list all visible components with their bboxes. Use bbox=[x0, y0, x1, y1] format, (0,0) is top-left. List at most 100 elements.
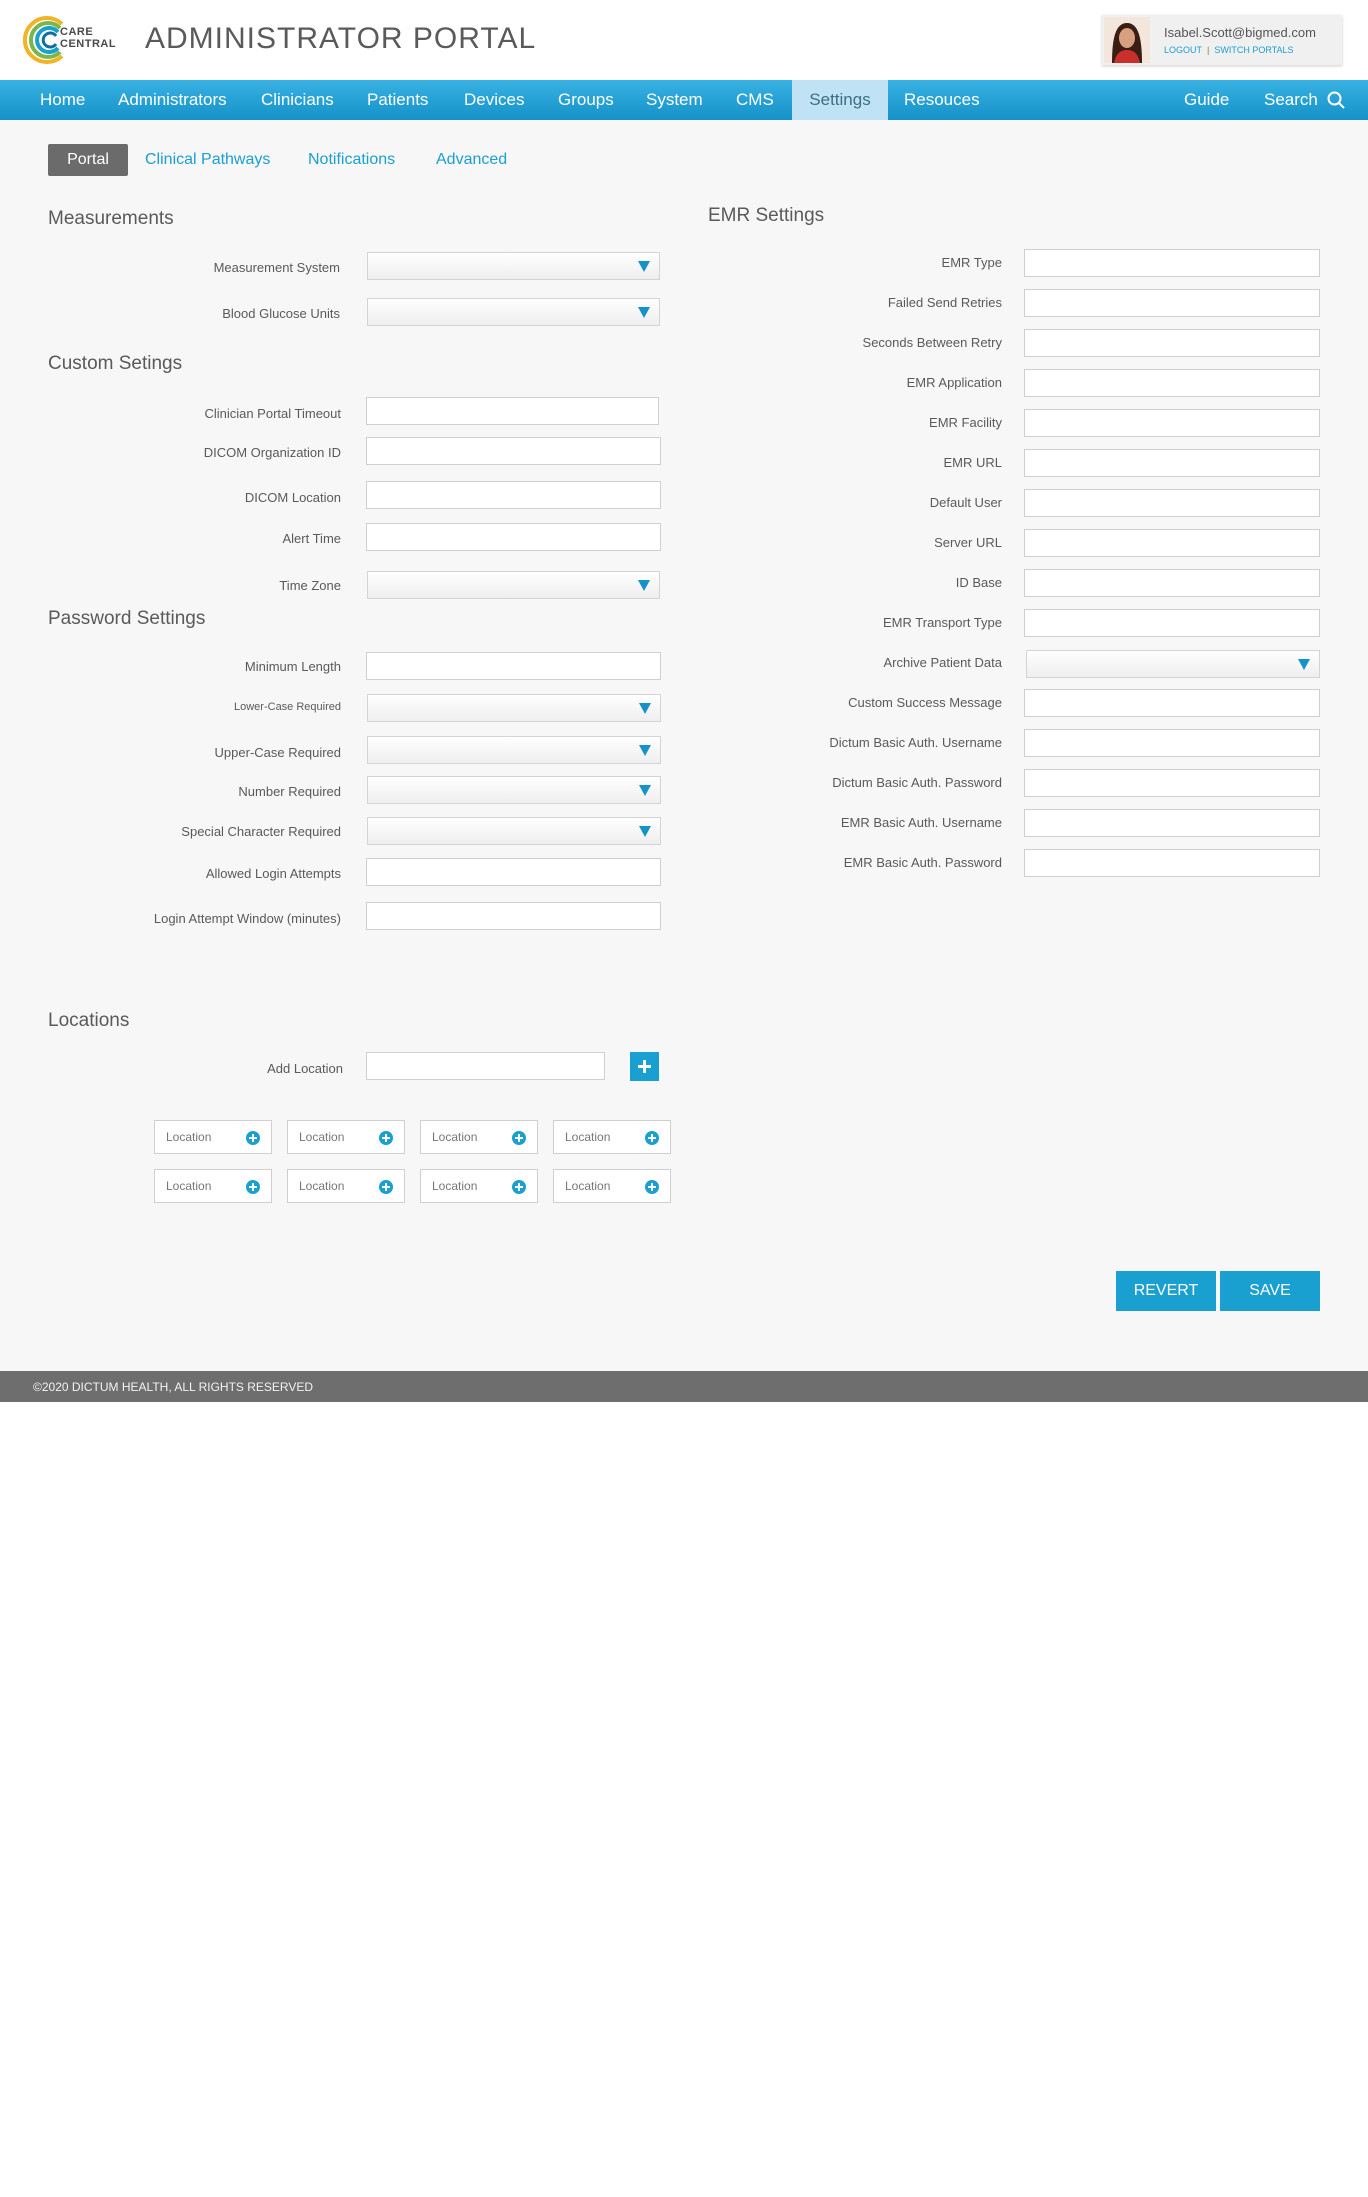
dictum-auth-password-input[interactable] bbox=[1024, 769, 1320, 797]
location-chip[interactable]: Location bbox=[154, 1169, 272, 1203]
measurement-system-label: Measurement System bbox=[213, 260, 340, 275]
chevron-down-icon bbox=[639, 703, 651, 714]
plus-circle-icon[interactable] bbox=[512, 1131, 526, 1145]
chevron-down-icon bbox=[639, 826, 651, 837]
seconds-between-retry-input[interactable] bbox=[1024, 329, 1320, 357]
user-links: LOGOUT | SWITCH PORTALS bbox=[1164, 45, 1294, 55]
dicom-org-id-input[interactable] bbox=[366, 437, 661, 465]
emr-application-label: EMR Application bbox=[906, 375, 1002, 390]
id-base-input[interactable] bbox=[1024, 569, 1320, 597]
plus-circle-icon[interactable] bbox=[645, 1131, 659, 1145]
default-user-label: Default User bbox=[929, 495, 1002, 510]
location-chip[interactable]: Location bbox=[553, 1169, 671, 1203]
user-photo-icon bbox=[1104, 17, 1150, 63]
measurements-title: Measurements bbox=[48, 208, 174, 229]
clinician-portal-timeout-input[interactable] bbox=[366, 397, 659, 425]
nav-settings[interactable]: Settings bbox=[792, 80, 888, 120]
failed-send-retries-label: Failed Send Retries bbox=[887, 295, 1002, 310]
special-character-required-label: Special Character Required bbox=[181, 824, 341, 839]
plus-circle-icon[interactable] bbox=[246, 1180, 260, 1194]
location-chip[interactable]: Location bbox=[553, 1120, 671, 1154]
tab-advanced[interactable]: Advanced bbox=[436, 144, 507, 176]
main-nav: Home Administrators Clinicians Patients … bbox=[0, 80, 1368, 120]
tab-portal[interactable]: Portal bbox=[48, 144, 128, 176]
emr-auth-password-label: EMR Basic Auth. Password bbox=[843, 855, 1002, 870]
location-chip[interactable]: Location bbox=[420, 1120, 538, 1154]
emr-type-label: EMR Type bbox=[941, 255, 1002, 270]
emr-url-input[interactable] bbox=[1024, 449, 1320, 477]
avatar[interactable] bbox=[1104, 17, 1150, 63]
nav-guide[interactable]: Guide bbox=[1184, 80, 1229, 120]
location-chip[interactable]: Location bbox=[420, 1169, 538, 1203]
time-zone-select[interactable] bbox=[367, 571, 660, 599]
minimum-length-input[interactable] bbox=[366, 652, 661, 680]
add-location-input[interactable] bbox=[366, 1052, 605, 1080]
location-chip[interactable]: Location bbox=[154, 1120, 272, 1154]
plus-circle-icon[interactable] bbox=[512, 1180, 526, 1194]
location-chip-label: Location bbox=[432, 1130, 478, 1144]
nav-patients[interactable]: Patients bbox=[367, 80, 428, 120]
tab-clinical-pathways[interactable]: Clinical Pathways bbox=[145, 144, 270, 176]
plus-circle-icon[interactable] bbox=[645, 1180, 659, 1194]
nav-devices[interactable]: Devices bbox=[464, 80, 524, 120]
nav-system[interactable]: System bbox=[646, 80, 703, 120]
emr-auth-username-input[interactable] bbox=[1024, 809, 1320, 837]
emr-application-input[interactable] bbox=[1024, 369, 1320, 397]
password-settings-title: Password Settings bbox=[48, 608, 206, 629]
emr-facility-input[interactable] bbox=[1024, 409, 1320, 437]
dictum-auth-username-label: Dictum Basic Auth. Username bbox=[829, 735, 1002, 750]
logo-line-1: CARE bbox=[60, 26, 94, 38]
lower-case-required-select[interactable] bbox=[367, 694, 661, 722]
login-attempt-window-label: Login Attempt Window (minutes) bbox=[153, 911, 341, 926]
failed-send-retries-input[interactable] bbox=[1024, 289, 1320, 317]
plus-circle-icon[interactable] bbox=[246, 1131, 260, 1145]
nav-resources[interactable]: Resouces bbox=[904, 80, 980, 120]
blood-glucose-units-select[interactable] bbox=[367, 298, 660, 326]
location-chip[interactable]: Location bbox=[287, 1120, 405, 1154]
search-icon[interactable] bbox=[1327, 91, 1345, 109]
emr-auth-password-input[interactable] bbox=[1024, 849, 1320, 877]
chevron-down-icon bbox=[638, 261, 650, 272]
dictum-auth-username-input[interactable] bbox=[1024, 729, 1320, 757]
plus-circle-icon[interactable] bbox=[379, 1180, 393, 1194]
emr-transport-type-input[interactable] bbox=[1024, 609, 1320, 637]
upper-case-required-select[interactable] bbox=[367, 736, 661, 764]
chevron-down-icon bbox=[638, 307, 650, 318]
revert-button[interactable]: REVERT bbox=[1116, 1271, 1216, 1311]
switch-portals-link[interactable]: SWITCH PORTALS bbox=[1214, 45, 1293, 55]
measurement-system-select[interactable] bbox=[367, 252, 660, 280]
default-user-input[interactable] bbox=[1024, 489, 1320, 517]
tab-notifications[interactable]: Notifications bbox=[308, 144, 395, 176]
dicom-location-input[interactable] bbox=[366, 481, 661, 509]
nav-groups[interactable]: Groups bbox=[558, 80, 614, 120]
nav-home[interactable]: Home bbox=[40, 80, 85, 120]
add-location-button[interactable] bbox=[630, 1052, 659, 1081]
time-zone-label: Time Zone bbox=[279, 578, 341, 593]
link-separator: | bbox=[1207, 45, 1210, 55]
dictum-auth-password-label: Dictum Basic Auth. Password bbox=[832, 775, 1002, 790]
plus-circle-icon[interactable] bbox=[379, 1131, 393, 1145]
login-attempt-window-input[interactable] bbox=[366, 902, 661, 930]
location-chip[interactable]: Location bbox=[287, 1169, 405, 1203]
nav-clinicians[interactable]: Clinicians bbox=[261, 80, 334, 120]
server-url-input[interactable] bbox=[1024, 529, 1320, 557]
nav-search[interactable]: Search bbox=[1264, 80, 1318, 120]
logout-link[interactable]: LOGOUT bbox=[1164, 45, 1202, 55]
special-character-required-select[interactable] bbox=[367, 817, 661, 845]
custom-success-message-input[interactable] bbox=[1024, 689, 1320, 717]
care-central-logo[interactable]: CARE CENTRAL bbox=[22, 14, 122, 66]
chevron-down-icon bbox=[1298, 659, 1310, 670]
nav-administrators[interactable]: Administrators bbox=[118, 80, 227, 120]
nav-cms[interactable]: CMS bbox=[736, 80, 774, 120]
number-required-select[interactable] bbox=[367, 776, 661, 804]
emr-type-input[interactable] bbox=[1024, 249, 1320, 277]
archive-patient-data-select[interactable] bbox=[1026, 650, 1320, 678]
save-button[interactable]: SAVE bbox=[1220, 1271, 1320, 1311]
upper-case-required-label: Upper-Case Required bbox=[214, 745, 341, 760]
chevron-down-icon bbox=[639, 785, 651, 796]
allowed-login-attempts-input[interactable] bbox=[366, 858, 661, 886]
location-chip-label: Location bbox=[299, 1179, 345, 1193]
location-chip-label: Location bbox=[432, 1179, 478, 1193]
alert-time-input[interactable] bbox=[366, 523, 661, 551]
emr-transport-type-label: EMR Transport Type bbox=[883, 615, 1002, 630]
